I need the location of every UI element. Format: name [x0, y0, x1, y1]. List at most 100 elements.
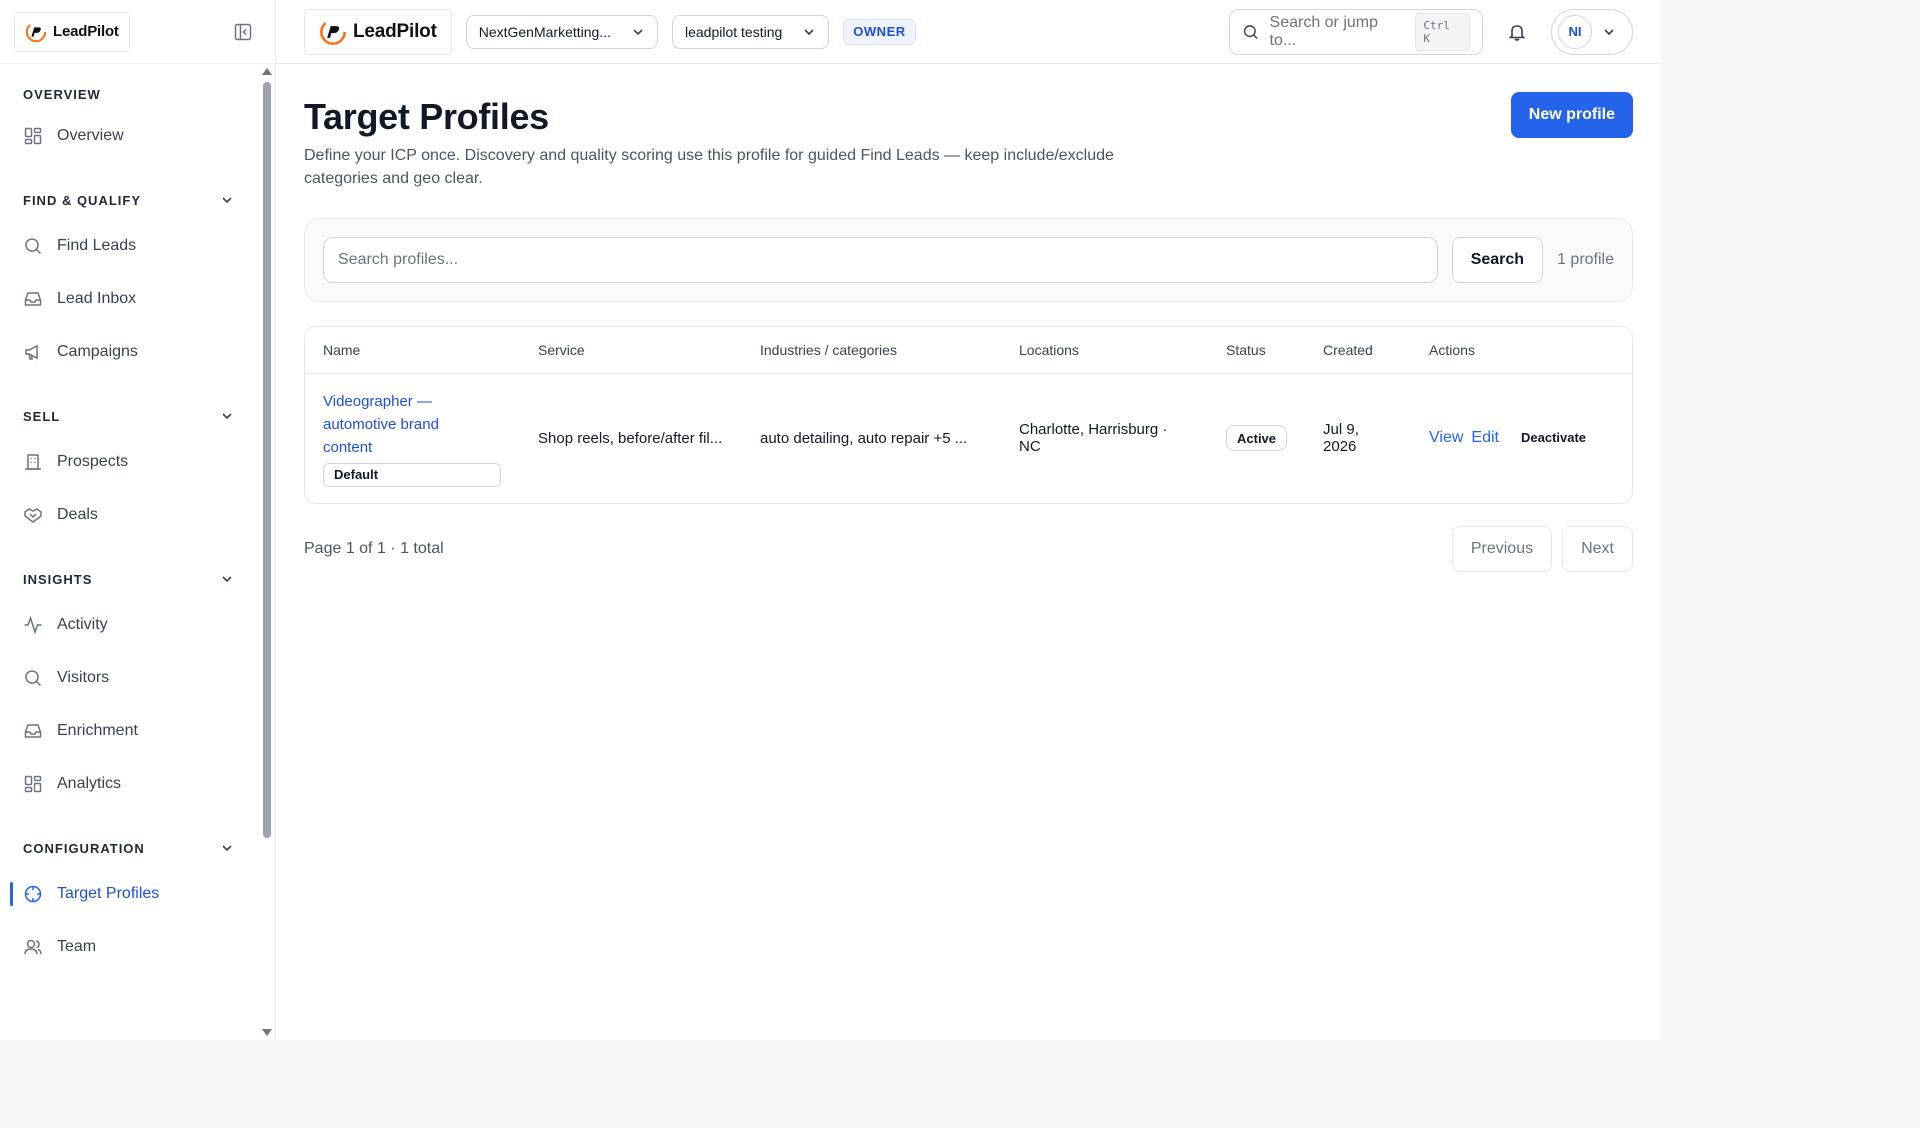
sidebar-item-label: Find Leads — [57, 237, 137, 254]
scroll-up-arrow-icon[interactable] — [262, 68, 272, 75]
sidebar-item-overview[interactable]: Overview — [0, 116, 258, 156]
search-icon — [25, 670, 42, 687]
user-menu[interactable]: NI — [1551, 8, 1633, 55]
sidebar-item-label: Prospects — [57, 453, 129, 470]
shortcut-hint: Ctrl K — [1415, 12, 1471, 51]
activity-icon — [24, 615, 42, 635]
chevron-down-icon — [222, 576, 232, 583]
topbar-logo[interactable]: LeadPilot — [304, 8, 452, 55]
building-icon — [25, 454, 41, 470]
sidebar-item-campaigns[interactable]: Campaigns — [0, 332, 258, 372]
workspace-select[interactable]: NextGenMarketting... — [465, 14, 658, 49]
notifications-button[interactable] — [1497, 12, 1537, 52]
search-icon — [25, 238, 42, 255]
default-tag: Default — [323, 462, 501, 487]
sidebar-item-prospects[interactable]: Prospects — [0, 442, 258, 482]
cell-industries: auto detailing, auto repair +5 ... — [760, 429, 968, 447]
pagination-summary: Page 1 of 1 · 1 total — [304, 539, 444, 557]
sidebar-nav: OVERVIEW Overview FIND & QUALIFY Find Le… — [0, 64, 258, 1040]
global-search[interactable]: Search or jump to... Ctrl K — [1229, 8, 1483, 55]
sidebar-item-target-profiles[interactable]: Target Profiles — [0, 874, 258, 914]
brand-name: LeadPilot — [53, 23, 119, 40]
project-name: leadpilot testing — [685, 23, 783, 40]
new-profile-button[interactable]: New profile — [1510, 92, 1633, 138]
edit-link[interactable]: Edit — [1471, 429, 1499, 446]
chevron-down-icon — [222, 413, 232, 420]
column-header-name: Name — [305, 327, 520, 374]
cell-locations: Charlotte, Harrisburg · NC — [1019, 421, 1168, 455]
sidebar-scrollbar[interactable] — [259, 68, 273, 1036]
sidebar-item-find-leads[interactable]: Find Leads — [0, 226, 258, 266]
section-title: SELL — [23, 408, 61, 424]
section-sell[interactable]: SELL — [0, 406, 258, 426]
sidebar-item-label: Enrichment — [57, 722, 138, 739]
page-title: Target Profiles — [304, 96, 549, 137]
next-button[interactable]: Next — [1562, 525, 1633, 572]
sidebar-item-label: Analytics — [57, 775, 122, 792]
page-header: Target Profiles Define your ICP once. Di… — [304, 92, 1633, 190]
chevron-down-icon — [222, 845, 232, 852]
sidebar-header: LeadPilot — [0, 0, 275, 64]
workspace-name: NextGenMarketting... — [478, 23, 611, 40]
sidebar-item-visitors[interactable]: Visitors — [0, 658, 258, 698]
section-title: INSIGHTS — [23, 571, 93, 587]
global-search-placeholder: Search or jump to... — [1269, 13, 1379, 49]
megaphone-icon — [25, 344, 38, 360]
brand-name: LeadPilot — [353, 20, 437, 42]
column-header-locations: Locations — [1001, 327, 1208, 374]
sidebar-item-team[interactable]: Team — [0, 927, 258, 967]
search-panel: Search 1 profile — [304, 218, 1633, 302]
scroll-down-arrow-icon[interactable] — [262, 1029, 272, 1036]
sidebar: LeadPilot OVERVIEW Overview FIND & QUALI… — [0, 0, 276, 1040]
view-link[interactable]: View — [1429, 429, 1463, 446]
sidebar-item-enrichment[interactable]: Enrichment — [0, 711, 258, 751]
section-find-qualify[interactable]: FIND & QUALIFY — [0, 190, 258, 210]
users-icon — [24, 939, 42, 955]
topbar: LeadPilot NextGenMarketting... leadpilot… — [276, 0, 1661, 64]
sidebar-item-label: Lead Inbox — [57, 290, 137, 307]
project-select[interactable]: leadpilot testing — [672, 14, 830, 49]
sidebar-toggle-icon — [234, 23, 252, 40]
section-title: FIND & QUALIFY — [23, 192, 141, 208]
crosshair-icon — [24, 885, 42, 903]
chevron-down-icon — [633, 28, 643, 35]
chevron-down-icon — [804, 28, 814, 35]
page-content: Target Profiles Define your ICP once. Di… — [276, 64, 1661, 572]
bell-icon — [1508, 24, 1526, 41]
role-badge: OWNER — [843, 18, 916, 45]
section-configuration[interactable]: CONFIGURATION — [0, 838, 258, 858]
search-profiles-input[interactable] — [323, 237, 1438, 283]
previous-button[interactable]: Previous — [1451, 525, 1553, 572]
grid-icon — [24, 127, 42, 145]
table-row: Videographer — automotive brand content … — [305, 373, 1632, 503]
table-header-row: Name Service Industries / categories Loc… — [305, 327, 1632, 374]
chevron-down-icon — [1604, 28, 1614, 35]
page-description: Define your ICP once. Discovery and qual… — [304, 147, 1114, 187]
app-window: LeadPilot OVERVIEW Overview FIND & QUALI… — [0, 0, 1661, 1040]
sidebar-logo[interactable]: LeadPilot — [14, 11, 130, 52]
sidebar-item-activity[interactable]: Activity — [0, 605, 258, 645]
scroll-thumb[interactable] — [263, 82, 271, 838]
profiles-table: Name Service Industries / categories Loc… — [304, 326, 1633, 504]
column-header-actions: Actions — [1411, 327, 1632, 374]
column-header-industries: Industries / categories — [742, 327, 1001, 374]
sidebar-item-analytics[interactable]: Analytics — [0, 764, 258, 804]
column-header-status: Status — [1208, 327, 1306, 374]
search-icon — [1243, 24, 1258, 39]
profile-name-link[interactable]: Videographer — automotive brand content — [323, 390, 463, 459]
sidebar-item-label: Visitors — [57, 669, 110, 686]
profile-count: 1 profile — [1557, 251, 1614, 268]
inbox-icon — [24, 724, 42, 738]
sidebar-item-lead-inbox[interactable]: Lead Inbox — [0, 279, 258, 319]
sidebar-item-label: Overview — [57, 127, 124, 144]
section-insights[interactable]: INSIGHTS — [0, 569, 258, 589]
section-overview: OVERVIEW — [0, 84, 258, 104]
status-badge: Active — [1226, 425, 1288, 451]
handshake-icon — [24, 508, 42, 523]
sidebar-item-deals[interactable]: Deals — [0, 495, 258, 535]
chevron-down-icon — [222, 197, 232, 204]
search-button[interactable]: Search — [1451, 237, 1544, 283]
sidebar-item-label: Activity — [57, 616, 108, 633]
deactivate-button[interactable]: Deactivate — [1521, 430, 1586, 445]
collapse-sidebar-button[interactable] — [231, 20, 255, 44]
